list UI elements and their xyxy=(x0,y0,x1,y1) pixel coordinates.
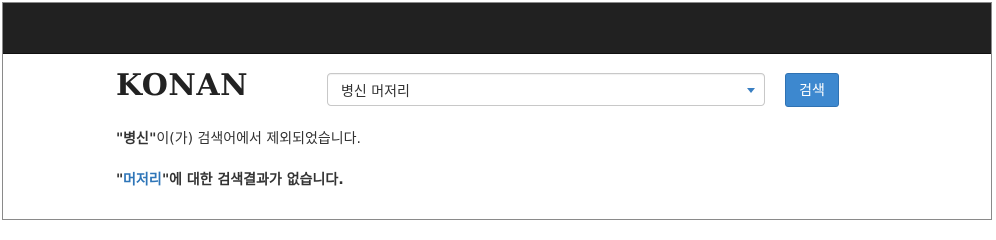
top-navigation-bar xyxy=(3,3,991,54)
excluded-term: 병신 xyxy=(123,131,150,147)
no-results-term: 머저리 xyxy=(123,172,162,188)
excluded-term-message: "병신"이(가) 검색어에서 제외되었습니다. xyxy=(116,128,361,148)
konan-logo[interactable]: KONAN xyxy=(116,68,248,103)
search-button[interactable]: 검색 xyxy=(785,73,839,107)
chevron-down-icon[interactable] xyxy=(747,88,755,93)
no-results-message: "머저리"에 대한 검색결과가 없습니다. xyxy=(116,169,344,189)
no-results-message-text: 에 대한 검색결과가 없습니다. xyxy=(169,172,344,188)
search-query-select[interactable]: 병신 머저리 xyxy=(327,73,765,106)
page-frame: KONAN 병신 머저리 검색 "병신"이(가) 검색어에서 제외되었습니다. … xyxy=(2,2,992,220)
search-query-value: 병신 머저리 xyxy=(341,84,410,100)
excluded-message-text: 이(가) 검색어에서 제외되었습니다. xyxy=(156,131,361,147)
